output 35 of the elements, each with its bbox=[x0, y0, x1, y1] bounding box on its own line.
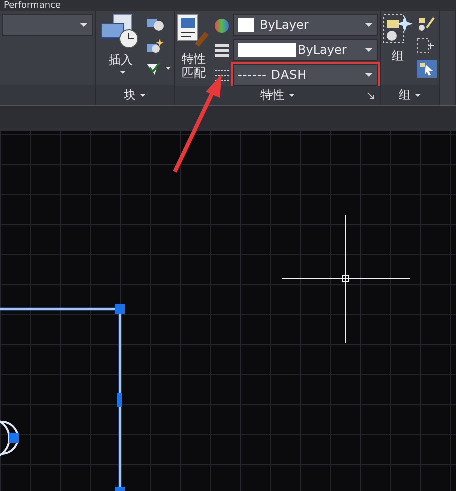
lineweight-value: ByLayer bbox=[298, 43, 347, 57]
color-value: ByLayer bbox=[260, 18, 309, 32]
lineweight-icon bbox=[214, 43, 230, 59]
group-selection-icon[interactable] bbox=[417, 60, 437, 78]
group-button[interactable]: 组 bbox=[383, 14, 413, 85]
ungroup-icon[interactable] bbox=[417, 16, 435, 32]
lineweight-preview bbox=[238, 43, 296, 57]
linetype-value: ------ DASH bbox=[238, 68, 308, 82]
color-dropdown[interactable]: ByLayer bbox=[233, 14, 378, 36]
group-icon bbox=[383, 14, 413, 46]
color-swatch bbox=[238, 18, 254, 32]
caret-icon bbox=[140, 94, 146, 96]
caret-icon bbox=[365, 73, 373, 77]
match-properties-button[interactable]: 特性匹配 bbox=[177, 14, 211, 86]
dialog-launcher-icon[interactable] bbox=[367, 92, 376, 101]
caret-icon bbox=[80, 23, 88, 27]
block-icon[interactable] bbox=[146, 16, 164, 32]
group-edit-icon[interactable] bbox=[417, 38, 435, 54]
color-wheel-icon bbox=[214, 18, 230, 34]
selected-rectangle[interactable] bbox=[0, 304, 125, 491]
caret-icon bbox=[120, 71, 126, 74]
lineweight-dropdown[interactable]: ByLayer bbox=[233, 39, 378, 61]
match-properties-icon bbox=[177, 14, 211, 50]
insert-button[interactable]: 插入 bbox=[100, 14, 142, 85]
block-edit-icon[interactable] bbox=[146, 38, 164, 54]
attribute-edit-icon[interactable] bbox=[146, 60, 172, 76]
caret-icon bbox=[365, 48, 373, 52]
workspace-title: Performance bbox=[4, 1, 62, 11]
caret-icon bbox=[365, 23, 373, 27]
selected-circle[interactable] bbox=[0, 418, 19, 459]
linetype-dropdown[interactable]: ------ DASH bbox=[233, 64, 378, 86]
caret-icon bbox=[288, 94, 294, 97]
properties-panel-title[interactable]: 特性 bbox=[260, 87, 294, 104]
caret-icon bbox=[415, 94, 421, 96]
linetype-icon bbox=[214, 68, 230, 84]
